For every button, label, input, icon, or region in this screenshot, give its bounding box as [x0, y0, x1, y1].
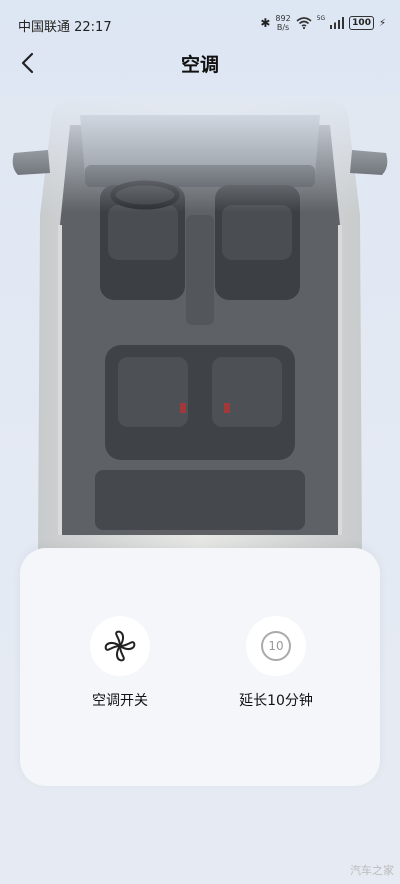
header: 空调: [0, 40, 400, 86]
ac-toggle-button[interactable]: 空调开关: [50, 616, 190, 710]
page-title: 空调: [180, 54, 219, 76]
bluetooth-icon: ✱: [260, 16, 271, 30]
car-illustration: [0, 95, 400, 565]
ac-toggle-circle: [90, 616, 150, 676]
extend-10min-circle: 10: [246, 616, 306, 676]
wifi-icon: [296, 17, 312, 29]
net-speed-unit: B/s: [276, 23, 290, 32]
car-top-view-image: [0, 95, 400, 565]
ac-toggle-label: 空调开关: [92, 693, 148, 709]
signal-tag: 5G: [316, 14, 326, 22]
net-speed: 892 B/s: [275, 14, 290, 32]
status-icons: ✱ 892 B/s 5G 100 ⚡: [260, 14, 386, 32]
control-panel: 空调开关 10 延长10分钟: [20, 548, 380, 786]
carrier-time: 中国联通 22:17: [18, 20, 112, 35]
signal-icon: [330, 17, 345, 29]
extend-10min-label: 延长10分钟: [239, 693, 313, 709]
fan-icon: [104, 630, 136, 662]
extend-timer-icon: 10: [261, 631, 291, 661]
battery-indicator: 100: [349, 16, 374, 30]
net-speed-value: 892: [275, 14, 291, 23]
watermark: 汽车之家: [350, 864, 394, 877]
charging-icon: ⚡: [378, 17, 386, 29]
extend-10min-button[interactable]: 10 延长10分钟: [206, 616, 346, 710]
